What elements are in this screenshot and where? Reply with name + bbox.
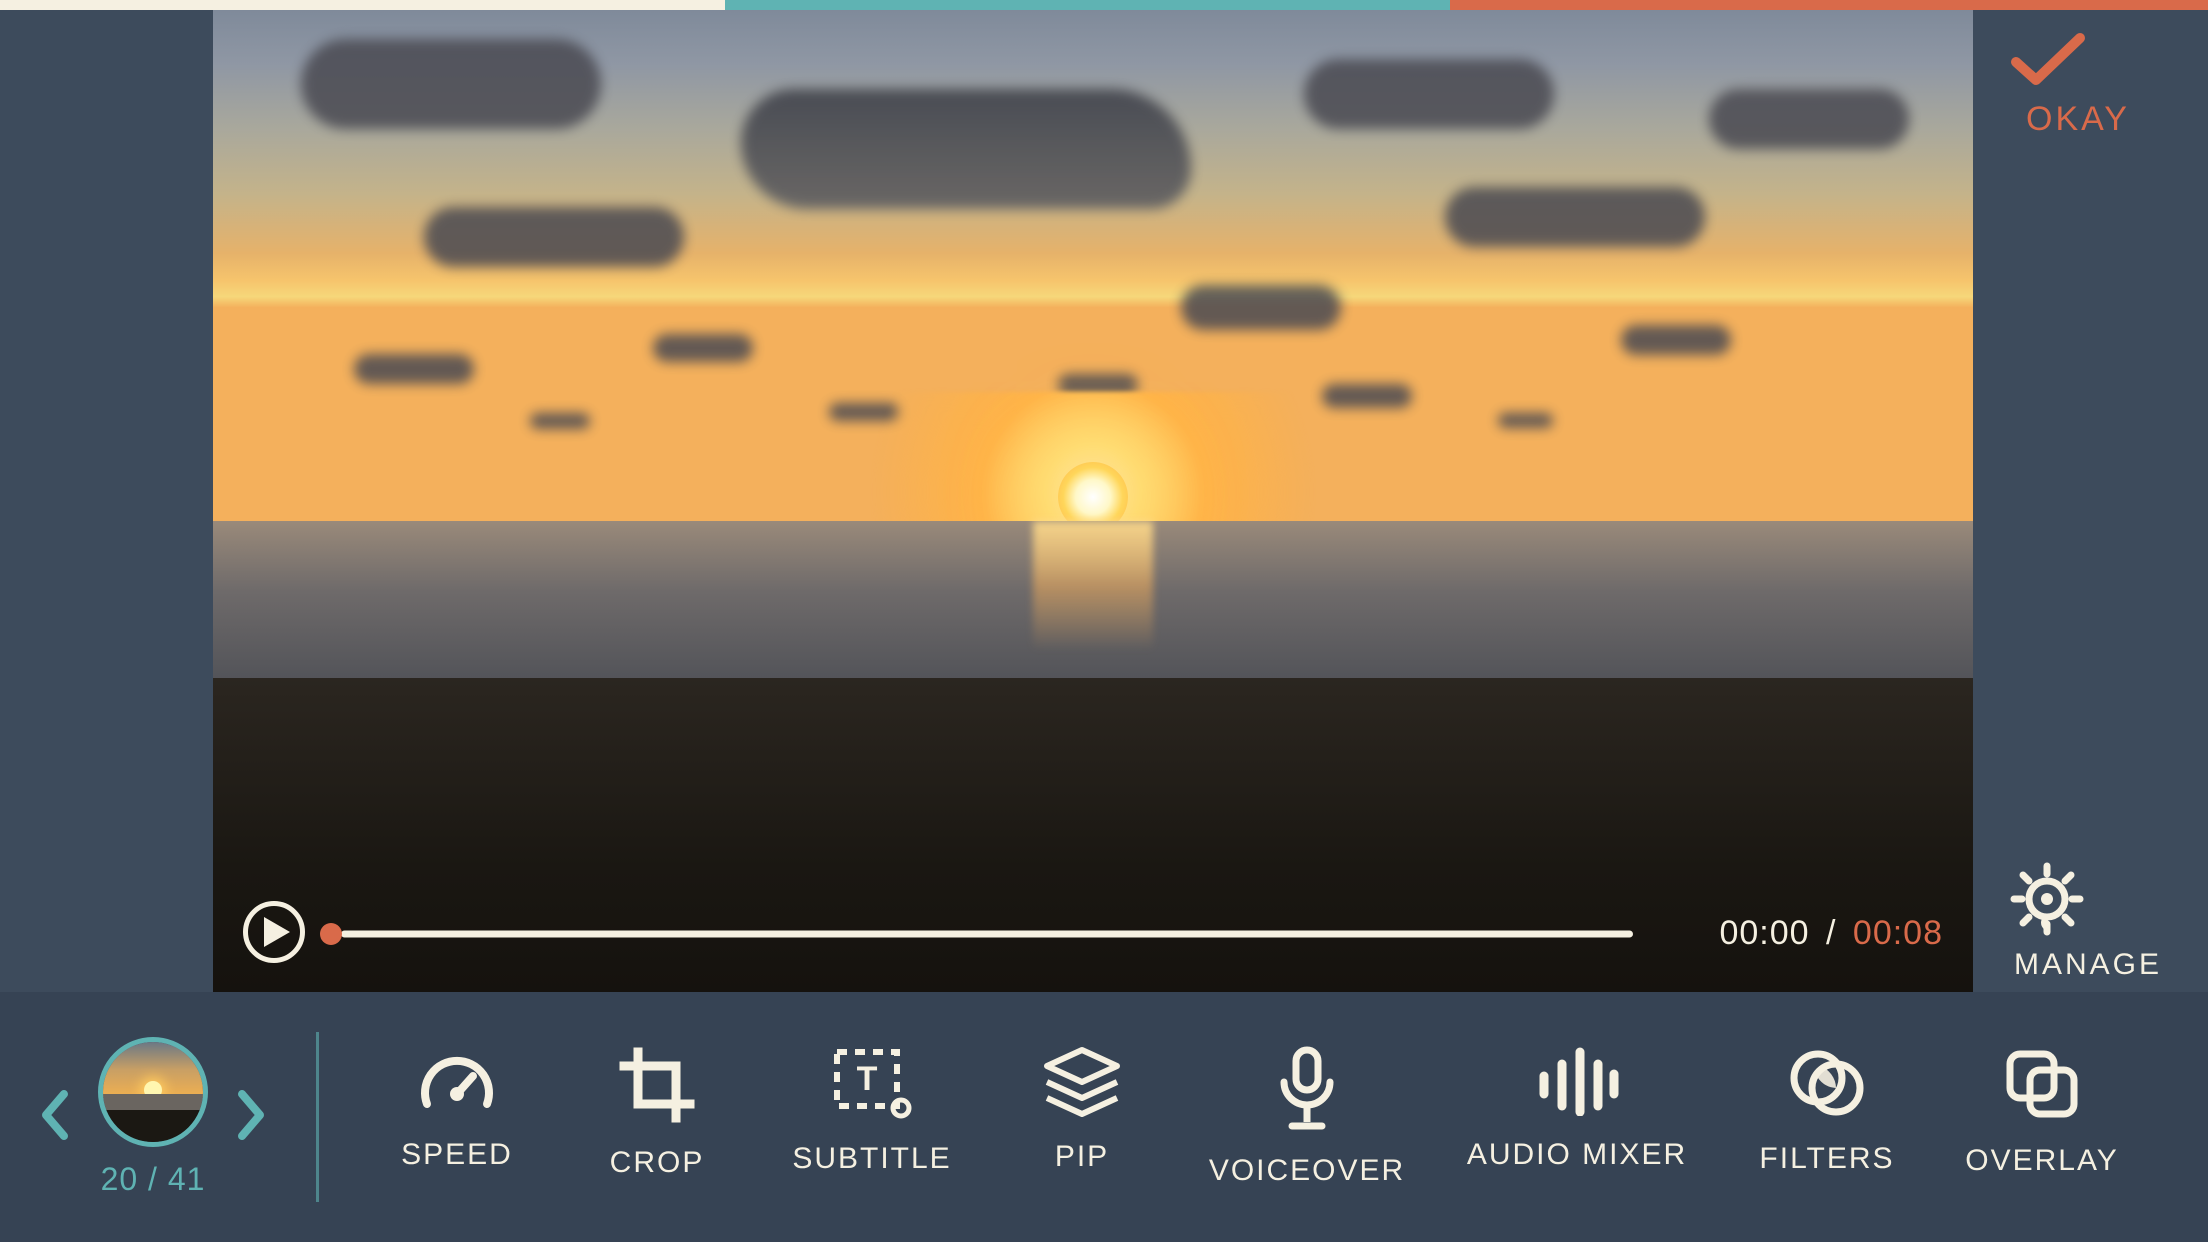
tool-filters-label: FILTERS [1759, 1142, 1894, 1176]
preview-scene [213, 10, 1973, 993]
progress-seg-orange [1450, 0, 2208, 10]
clip-thumbnail[interactable] [98, 1037, 208, 1147]
okay-button[interactable]: OKAY [2008, 30, 2148, 139]
svg-text:T: T [857, 1060, 878, 1098]
audio-mixer-icon [1532, 1046, 1622, 1116]
tool-overlay-label: OVERLAY [1965, 1144, 2119, 1178]
clip-navigator: 20 / 41 [0, 1037, 266, 1198]
tool-crop-label: CROP [610, 1146, 705, 1180]
seek-track [341, 931, 1633, 938]
tool-voiceover-label: VOICEOVER [1209, 1154, 1405, 1188]
tool-voiceover[interactable]: VOICEOVER [1177, 1046, 1437, 1188]
toolbar-divider [316, 1032, 319, 1202]
clip-counter: 20 / 41 [101, 1161, 206, 1198]
tool-subtitle-label: SUBTITLE [792, 1142, 951, 1176]
bottom-toolbar: 20 / 41 SPEED CROP T SUBTITLE [0, 992, 2208, 1242]
play-icon [264, 917, 290, 947]
progress-seg-cream [0, 0, 725, 10]
seek-bar[interactable] [321, 930, 1633, 938]
gear-icon [2008, 860, 2168, 938]
tool-crop[interactable]: CROP [557, 1046, 757, 1180]
tool-speed-label: SPEED [401, 1138, 513, 1172]
tool-speed[interactable]: SPEED [357, 1046, 557, 1172]
clip-total: 41 [168, 1161, 206, 1197]
speed-icon [417, 1046, 497, 1116]
manage-label: MANAGE [2008, 948, 2168, 982]
next-clip-button[interactable] [236, 1090, 266, 1145]
clip-separator: / [138, 1161, 168, 1197]
chevron-left-icon [40, 1090, 70, 1140]
time-display: 00:00 / 00:08 [1719, 914, 1943, 953]
manage-button[interactable]: MANAGE [2008, 860, 2168, 982]
prev-clip-button[interactable] [40, 1090, 70, 1145]
tool-pip[interactable]: PIP [987, 1046, 1177, 1174]
filters-icon [1788, 1046, 1866, 1120]
pip-icon [1041, 1046, 1123, 1118]
tool-subtitle[interactable]: T SUBTITLE [757, 1046, 987, 1176]
crop-icon [618, 1046, 696, 1124]
tool-audio-mixer-label: AUDIO MIXER [1467, 1138, 1687, 1172]
subtitle-icon: T [831, 1046, 913, 1120]
seek-thumb[interactable] [320, 923, 342, 945]
check-icon [2008, 30, 2148, 90]
current-time: 00:00 [1719, 914, 1809, 952]
chevron-right-icon [236, 1090, 266, 1140]
tool-audio-mixer[interactable]: AUDIO MIXER [1437, 1046, 1717, 1172]
clip-current: 20 [101, 1161, 139, 1197]
time-separator: / [1826, 914, 1836, 952]
clip-thumb-wrap: 20 / 41 [98, 1037, 208, 1198]
tool-pip-label: PIP [1055, 1140, 1109, 1174]
microphone-icon [1274, 1046, 1340, 1132]
progress-seg-teal [725, 0, 1450, 10]
tool-strip[interactable]: SPEED CROP T SUBTITLE PIP VOICEOVER [357, 1046, 2208, 1188]
top-progress-bar [0, 0, 2208, 10]
tool-overlay[interactable]: OVERLAY [1937, 1046, 2147, 1178]
play-button[interactable] [243, 901, 305, 963]
total-time: 00:08 [1853, 914, 1943, 952]
video-preview[interactable]: 00:00 / 00:08 [213, 10, 1973, 993]
overlay-icon [2002, 1046, 2082, 1122]
okay-label: OKAY [2008, 100, 2148, 139]
tool-filters[interactable]: FILTERS [1717, 1046, 1937, 1176]
